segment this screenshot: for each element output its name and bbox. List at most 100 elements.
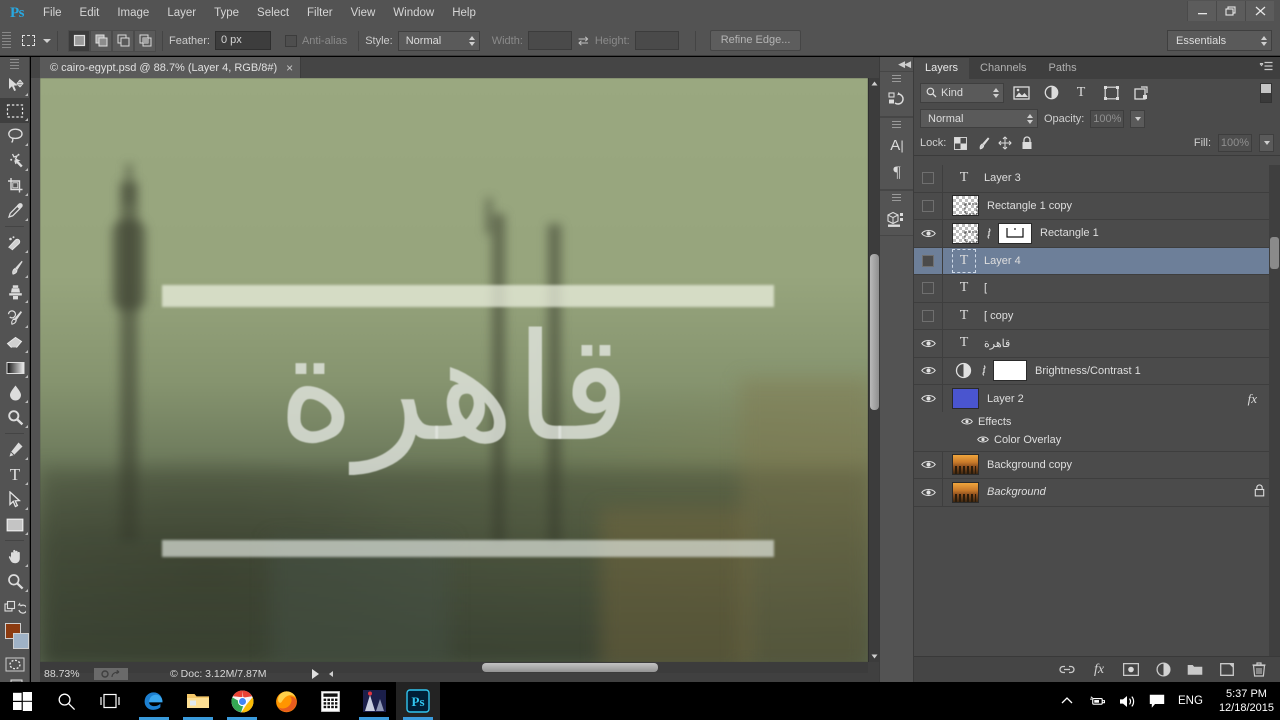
rail-grip[interactable]: [892, 75, 901, 84]
layer-name[interactable]: Background copy: [979, 459, 1072, 471]
panel-menu-icon[interactable]: [1259, 61, 1280, 79]
layer-thumbnail[interactable]: [943, 222, 1032, 244]
layer-name[interactable]: Brightness/Contrast 1: [1027, 365, 1141, 377]
layer-filter-kind-select[interactable]: Kind: [920, 82, 1004, 103]
layer-thumbnail[interactable]: [943, 388, 979, 410]
layer-visibility-toggle[interactable]: [914, 478, 943, 506]
scroll-down-icon[interactable]: [869, 651, 879, 662]
paragraph-icon[interactable]: ¶: [880, 159, 914, 186]
history-icon[interactable]: [880, 86, 914, 113]
color-swatches[interactable]: [0, 621, 30, 653]
pixel-filter-icon[interactable]: [1008, 83, 1034, 103]
language-indicator[interactable]: ENG: [1178, 695, 1203, 707]
layer-thumbnail[interactable]: T: [943, 166, 976, 190]
shape-filter-icon[interactable]: [1098, 83, 1124, 103]
menu-image[interactable]: Image: [108, 0, 158, 26]
minimize-icon[interactable]: [1187, 1, 1216, 21]
layer-visibility-toggle[interactable]: [914, 451, 943, 479]
layers-list[interactable]: T Layer 3 Rectangle 1 copy Rectangle 1 T…: [914, 165, 1280, 711]
status-resize-arrow-icon[interactable]: [329, 671, 334, 677]
layer-name[interactable]: Layer 3: [976, 172, 1021, 184]
layer-row[interactable]: Rectangle 1: [914, 219, 1280, 248]
volume-icon[interactable]: [1118, 692, 1136, 710]
opacity-chevron-down-icon[interactable]: [1130, 109, 1146, 128]
lasso-tool[interactable]: [0, 123, 30, 148]
eye-visible-icon[interactable]: [976, 433, 990, 447]
layer-thumbnail[interactable]: T: [943, 276, 976, 300]
layer-visibility-toggle[interactable]: [914, 219, 943, 247]
layer-thumbnail[interactable]: T: [943, 248, 976, 273]
layer-visibility-toggle[interactable]: [914, 302, 943, 330]
blur-tool[interactable]: [0, 380, 30, 405]
layer-row[interactable]: Background copy: [914, 451, 1280, 479]
start-button[interactable]: [0, 682, 44, 720]
show-hidden-icons-chevron-up-icon[interactable]: [1058, 692, 1076, 710]
gradient-tool[interactable]: [0, 355, 30, 380]
rectangular-marquee-tool[interactable]: [0, 98, 30, 123]
style-select[interactable]: Normal: [397, 30, 480, 51]
pen-tool[interactable]: [0, 437, 30, 462]
effects-group-row[interactable]: Effects: [914, 413, 1280, 431]
layer-name[interactable]: Layer 2: [979, 393, 1024, 405]
height-input[interactable]: [634, 31, 679, 50]
layers-panel-scroll-thumb[interactable]: [1270, 237, 1279, 269]
layer-row[interactable]: T قاهرة: [914, 329, 1280, 358]
link-mask-icon[interactable]: [984, 226, 993, 240]
document-image[interactable]: قاهرة: [40, 78, 868, 662]
layer-visibility-toggle[interactable]: [914, 247, 943, 275]
layer-visibility-toggle[interactable]: [914, 385, 943, 413]
blend-mode-select[interactable]: Normal: [920, 109, 1038, 128]
refine-edge-button[interactable]: Refine Edge...: [709, 30, 802, 51]
app-button[interactable]: [352, 682, 396, 720]
new-group-icon[interactable]: [1187, 662, 1203, 678]
workspace-select[interactable]: Essentials: [1167, 30, 1272, 51]
adjustment-layer-icon[interactable]: [1155, 662, 1171, 678]
layer-row[interactable]: T [ copy: [914, 302, 1280, 330]
rail-grip[interactable]: [892, 194, 901, 203]
layer-thumbnail[interactable]: [943, 481, 979, 503]
filter-enable-toggle[interactable]: [1260, 82, 1272, 103]
close-tab-icon[interactable]: ×: [286, 62, 293, 74]
canvas-vertical-scrollbar[interactable]: [868, 78, 879, 662]
brush-tool[interactable]: [0, 255, 30, 280]
menu-view[interactable]: View: [342, 0, 385, 26]
lock-all-icon[interactable]: [1019, 136, 1034, 151]
status-menu-arrow-icon[interactable]: [312, 669, 320, 679]
character-icon[interactable]: A|: [880, 132, 914, 159]
menu-filter[interactable]: Filter: [298, 0, 342, 26]
layer-row[interactable]: Rectangle 1 copy: [914, 192, 1280, 220]
tab-paths[interactable]: Paths: [1038, 58, 1088, 79]
add-mask-icon[interactable]: [1123, 662, 1139, 678]
rail-grip[interactable]: [892, 121, 901, 130]
fill-chevron-down-icon[interactable]: [1259, 134, 1274, 152]
tool-preset-chevron-down-icon[interactable]: [43, 38, 51, 43]
file-explorer-button[interactable]: [176, 682, 220, 720]
clone-stamp-tool[interactable]: [0, 280, 30, 305]
lock-image-icon[interactable]: [975, 136, 990, 151]
horizontal-type-tool[interactable]: T: [0, 462, 30, 487]
collapse-panels-icon[interactable]: ◀◀: [880, 57, 913, 71]
path-selection-tool[interactable]: [0, 487, 30, 512]
hand-tool[interactable]: [0, 544, 30, 569]
opacity-value[interactable]: 100%: [1090, 109, 1125, 128]
menu-select[interactable]: Select: [248, 0, 298, 26]
zoom-tool[interactable]: [0, 569, 30, 594]
clock[interactable]: 5:37 PM 12/18/2015: [1215, 687, 1274, 715]
add-to-selection-button[interactable]: [90, 29, 112, 52]
edit-toolbar-button[interactable]: [0, 594, 30, 619]
layer-thumbnail[interactable]: [943, 360, 1027, 382]
layer-thumbnail[interactable]: [943, 454, 979, 476]
network-icon[interactable]: [1088, 692, 1106, 710]
eyedropper-tool[interactable]: [0, 198, 30, 223]
type-filter-icon[interactable]: T: [1068, 83, 1094, 103]
magic-wand-tool[interactable]: [0, 148, 30, 173]
menu-file[interactable]: File: [34, 0, 71, 26]
layer-visibility-toggle[interactable]: [914, 192, 943, 220]
feather-input[interactable]: 0 px: [214, 31, 271, 50]
chrome-button[interactable]: [220, 682, 264, 720]
layers-panel-scrollbar[interactable]: [1269, 165, 1280, 711]
layer-name[interactable]: Rectangle 1 copy: [979, 200, 1072, 212]
move-tool[interactable]: [0, 73, 30, 98]
layer-row[interactable]: Background: [914, 478, 1280, 507]
delete-layer-icon[interactable]: [1251, 662, 1267, 678]
